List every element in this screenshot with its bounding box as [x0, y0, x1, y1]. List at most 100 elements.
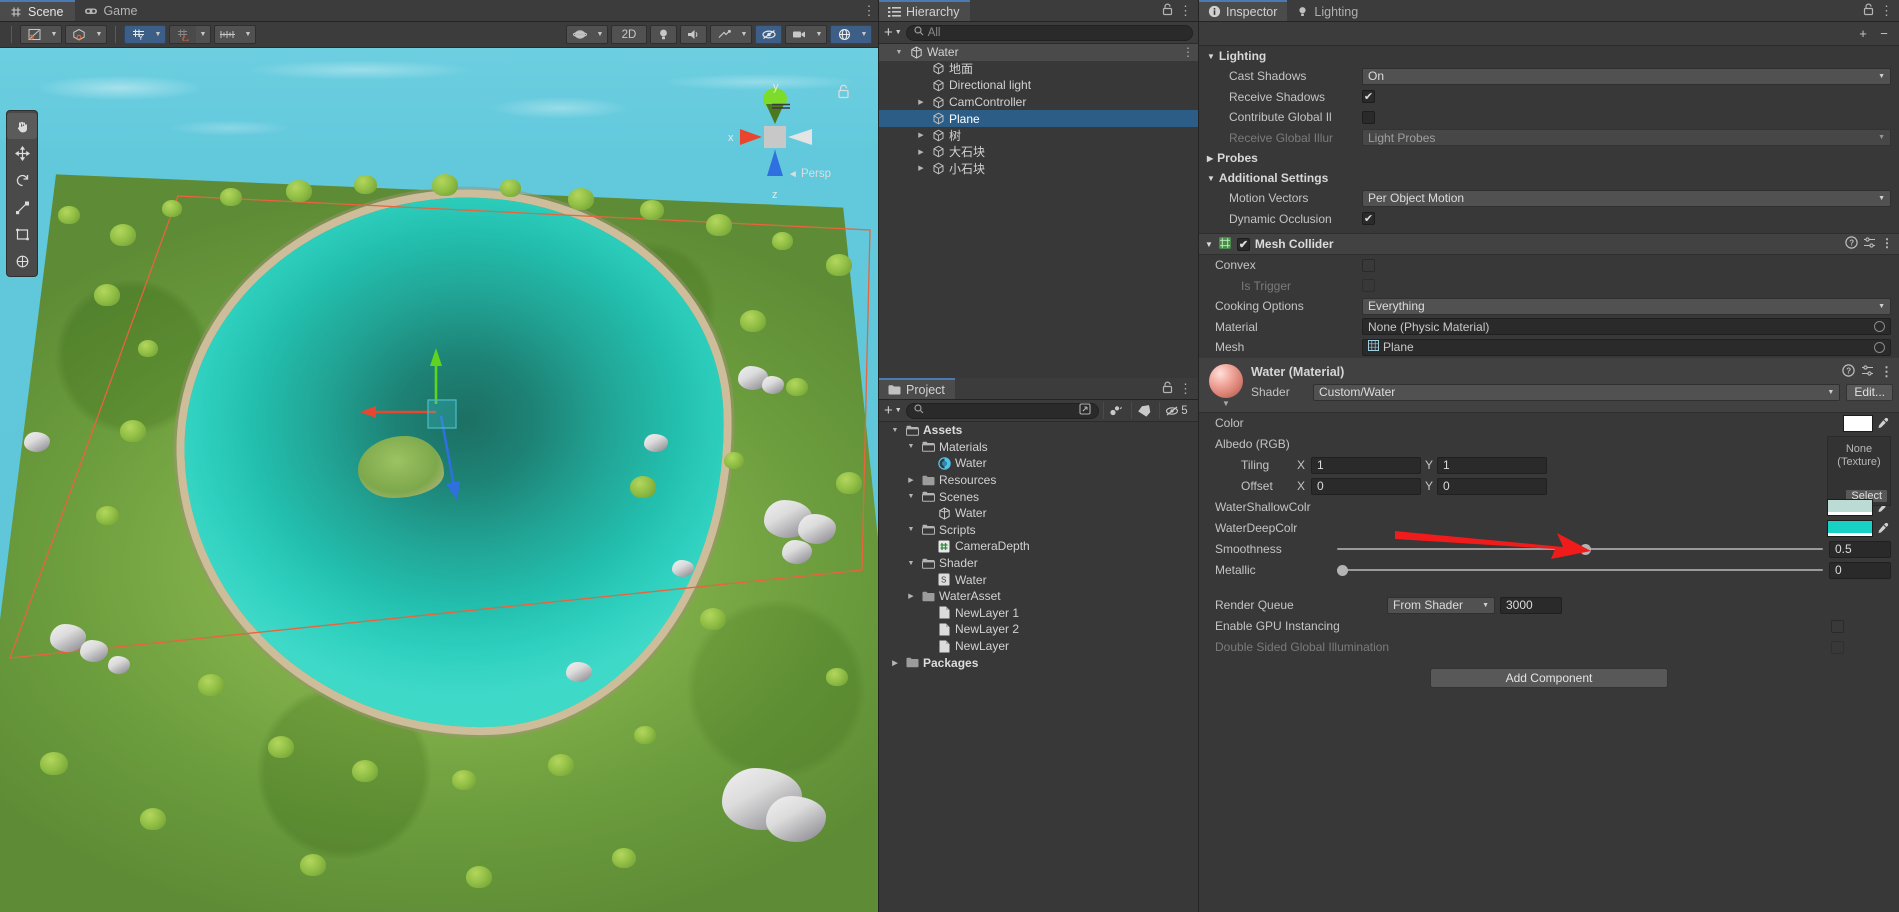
render-queue-input[interactable]: 3000 [1500, 596, 1562, 614]
slider-knob[interactable] [1580, 543, 1591, 555]
hierarchy-item-树[interactable]: ▶ 树 [879, 127, 1198, 144]
mesh-collider-kebab-icon[interactable]: ⋮ [1881, 236, 1893, 252]
orientation-gizmo[interactable]: y x z [720, 78, 830, 208]
tab-project[interactable]: Project [879, 378, 955, 399]
project-search-input[interactable] [905, 402, 1099, 419]
help-icon[interactable]: ? [1842, 363, 1855, 380]
probes-section-header[interactable]: ▶ Probes [1199, 148, 1899, 168]
favorites-icon[interactable] [1103, 402, 1127, 419]
hierarchy-search-input[interactable]: All [905, 24, 1193, 41]
project-lock-icon[interactable] [1162, 381, 1173, 397]
rect-tool[interactable] [7, 221, 37, 247]
project-item-Resources[interactable]: ▶ Resources [879, 472, 1198, 489]
hand-tool[interactable] [7, 113, 37, 139]
smoothness-input[interactable]: 0.5 [1829, 540, 1891, 558]
hierarchy-kebab-icon[interactable]: ⋮ [1179, 3, 1192, 19]
gizmo-lock-icon[interactable] [837, 84, 850, 102]
camera-caret-icon[interactable]: ▼ [812, 25, 827, 44]
additional-settings-header[interactable]: ▼ Additional Settings [1199, 168, 1899, 188]
snap-increment-icon[interactable] [169, 25, 196, 44]
tab-inspector[interactable]: Inspector [1199, 0, 1288, 21]
gizmos-toggle-group[interactable]: ▼ [566, 25, 608, 44]
tiling-y-input[interactable]: 1 [1437, 456, 1547, 474]
toggle-2d-button[interactable]: 2D [611, 25, 647, 44]
fx-caret-icon[interactable]: ▼ [737, 25, 752, 44]
add-component-button[interactable]: Add Component [1430, 667, 1668, 688]
gizmo-globe-group[interactable]: ▼ [830, 25, 872, 44]
gizmo-globe-caret-icon[interactable]: ▼ [857, 25, 872, 44]
project-item-Scripts[interactable]: ▼ Scripts [879, 522, 1198, 539]
label-icon[interactable] [1131, 402, 1155, 419]
lighting-twisty-icon[interactable]: ▼ [1207, 52, 1215, 61]
project-kebab-icon[interactable]: ⋮ [1179, 381, 1192, 397]
move-tool[interactable] [7, 140, 37, 166]
slider-knob[interactable] [1337, 564, 1348, 576]
rotate-tool[interactable] [7, 167, 37, 193]
project-item-Water[interactable]: Water [879, 505, 1198, 522]
lighting-section-header[interactable]: ▼ Lighting [1199, 46, 1899, 66]
tab-game[interactable]: Game [75, 0, 149, 21]
scene-viewport[interactable]: y x z ◄ Persp [0, 48, 878, 912]
project-item-NewLayer-1[interactable]: NewLayer 1 [879, 605, 1198, 622]
project-item-Assets[interactable]: ▼ Assets [879, 422, 1198, 439]
contribute-gi-checkbox[interactable] [1362, 110, 1375, 124]
physic-material-field[interactable]: None (Physic Material) [1362, 318, 1891, 336]
mesh-objectfield[interactable]: Plane [1362, 338, 1891, 356]
twisty-icon[interactable]: ▼ [889, 427, 901, 434]
project-item-Water[interactable]: Water [879, 455, 1198, 472]
audio-icon[interactable] [680, 25, 707, 44]
shading-caret-icon[interactable]: ▼ [92, 25, 107, 44]
expand-icon[interactable] [1079, 403, 1091, 418]
project-item-NewLayer[interactable]: NewLayer [879, 638, 1198, 655]
cooking-options-field[interactable]: Everything ▼ [1362, 297, 1891, 315]
contribute-gi-field[interactable] [1362, 110, 1891, 124]
project-item-Water[interactable]: S Water [879, 571, 1198, 588]
twisty-icon[interactable]: ▼ [905, 443, 917, 450]
project-tree[interactable]: ▼ Assets ▼ Materials Water ▶ Resources ▼ Scenes W… [879, 422, 1198, 912]
twisty-icon[interactable]: ▶ [915, 131, 927, 139]
cube-icon[interactable] [65, 25, 92, 44]
inspector-minimize-button[interactable]: − [1875, 25, 1893, 43]
motion-vectors-field[interactable]: Per Object Motion ▼ [1362, 189, 1891, 207]
twisty-icon[interactable]: ▶ [915, 98, 927, 106]
project-item-Materials[interactable]: ▼ Materials [879, 439, 1198, 456]
project-item-WaterAsset[interactable]: ▶ WaterAsset [879, 588, 1198, 605]
transform-tool[interactable] [7, 248, 37, 274]
hidden-count-indicator[interactable]: 5 [1159, 402, 1193, 419]
inspector-add-button[interactable]: + [1854, 25, 1872, 43]
scene-tools-palette[interactable] [6, 110, 38, 277]
inspector-lock-icon[interactable] [1863, 3, 1874, 19]
gizmo-persp-label[interactable]: ◄ Persp [788, 168, 831, 180]
convex-field[interactable] [1362, 258, 1891, 272]
draw-mode-group[interactable]: ▼ [20, 25, 62, 44]
hierarchy-item-地面[interactable]: 地面 [879, 61, 1198, 78]
twisty-icon[interactable]: ▶ [915, 148, 927, 156]
tab-scene[interactable]: Scene [0, 0, 76, 21]
material-twisty-icon[interactable]: ▼ [1222, 399, 1230, 408]
offset-y-input[interactable]: 0 [1437, 477, 1547, 495]
metallic-slider[interactable] [1337, 562, 1823, 579]
mesh-collider-twisty-icon[interactable]: ▼ [1205, 240, 1213, 249]
project-item-Packages[interactable]: ▶ Packages [879, 654, 1198, 671]
project-item-CameraDepth[interactable]: CameraDepth [879, 538, 1198, 555]
grid-size-group[interactable]: ▼ [214, 25, 256, 44]
eye-off-icon[interactable] [755, 25, 782, 44]
project-item-Shader[interactable]: ▼ Shader [879, 555, 1198, 572]
hierarchy-row-kebab-icon[interactable]: ⋮ [1182, 45, 1194, 59]
cooking-options-dropdown[interactable]: Everything ▼ [1362, 297, 1891, 315]
mesh-field[interactable]: Plane [1362, 338, 1891, 356]
grid-snap-group[interactable]: Y ▼ [124, 25, 166, 44]
shading-group[interactable]: ▼ [65, 25, 107, 44]
project-item-Scenes[interactable]: ▼ Scenes [879, 488, 1198, 505]
mesh-collider-enabled-checkbox[interactable]: ✔ [1236, 237, 1250, 251]
water-shallow-color-swatch[interactable] [1827, 498, 1873, 516]
hierarchy-item-CamController[interactable]: ▶ CamController [879, 94, 1198, 111]
inspector-kebab-icon[interactable]: ⋮ [1880, 3, 1893, 19]
receive-shadows-checkbox[interactable]: ✔ [1362, 90, 1375, 104]
physic-material-objectfield[interactable]: None (Physic Material) [1362, 318, 1891, 336]
cast-shadows-dropdown[interactable]: On ▼ [1362, 67, 1891, 85]
shader-dropdown[interactable]: Custom/Water ▼ [1313, 383, 1841, 401]
project-item-NewLayer-2[interactable]: NewLayer 2 [879, 621, 1198, 638]
preset-icon[interactable] [1861, 364, 1874, 380]
gpu-instancing-checkbox[interactable] [1831, 619, 1844, 633]
